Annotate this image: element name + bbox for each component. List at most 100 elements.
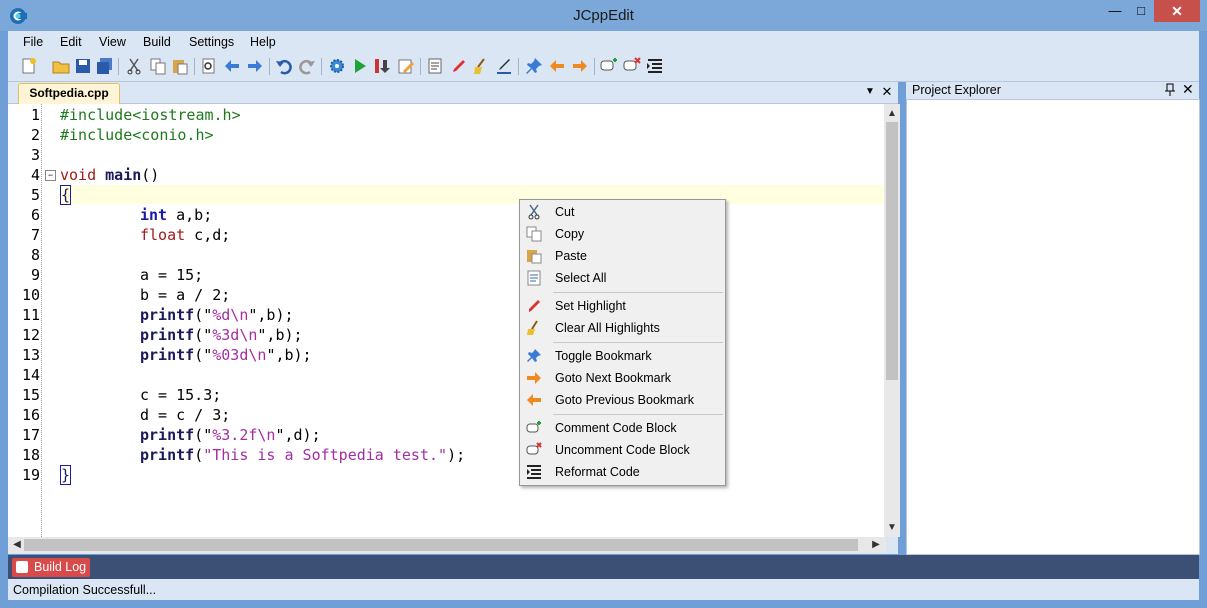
code-line: d = c / 3;	[140, 406, 231, 424]
code-line: #include<conio.h>	[60, 126, 214, 144]
code-line: float c,d;	[140, 226, 231, 244]
code-line: #include<iostream.h>	[60, 106, 241, 124]
build-log-tab[interactable]: Build Log	[12, 558, 90, 577]
set-highlight-icon[interactable]	[449, 57, 467, 75]
arrow-right-icon	[527, 372, 541, 384]
context-menu-item-reformat-code[interactable]: Reformat Code	[520, 461, 725, 483]
scroll-right-icon[interactable]: ▶	[868, 539, 884, 550]
next-bookmark-icon[interactable]	[571, 57, 589, 75]
line-number: 9	[30, 266, 40, 284]
context-menu-item-select-all[interactable]: Select All	[520, 267, 725, 289]
vertical-scroll-thumb[interactable]	[886, 122, 898, 380]
context-menu-item-cut[interactable]: Cut	[520, 201, 725, 223]
close-tab-icon[interactable]: ✕	[880, 84, 894, 100]
menu-view[interactable]: View	[99, 35, 126, 49]
pin-icon	[527, 349, 541, 362]
select-all-icon	[527, 270, 541, 286]
context-menu-item-comment-block[interactable]: Comment Code Block	[520, 417, 725, 439]
build-log-bar	[8, 555, 1199, 579]
pen-icon[interactable]	[495, 57, 513, 75]
line-number: 8	[30, 246, 40, 264]
minimize-button[interactable]: —	[1102, 0, 1128, 22]
tab-strip	[8, 82, 898, 104]
comment-block-icon[interactable]	[600, 57, 618, 75]
code-line: void main()	[60, 166, 160, 184]
close-window-button[interactable]: ✕	[1154, 0, 1200, 22]
scroll-up-icon[interactable]: ▲	[884, 108, 900, 119]
maximize-button[interactable]: □	[1128, 0, 1154, 22]
menu-settings[interactable]: Settings	[189, 35, 234, 49]
build-log-label: Build Log	[34, 560, 87, 574]
close-panel-icon[interactable]: ✕	[1182, 81, 1194, 98]
uncomment-icon	[526, 442, 542, 455]
context-menu-item-uncomment-block[interactable]: Uncomment Code Block	[520, 439, 725, 461]
code-line: printf("%d\n",b);	[140, 306, 294, 324]
line-number: 7	[30, 226, 40, 244]
menu-build[interactable]: Build	[143, 35, 171, 49]
pin-panel-icon[interactable]	[1164, 83, 1176, 97]
line-number: 16	[21, 406, 40, 424]
find-icon[interactable]	[200, 57, 218, 75]
copy-icon[interactable]	[149, 57, 167, 75]
line-number: 2	[30, 126, 40, 144]
edit-document-icon[interactable]	[397, 57, 415, 75]
context-menu-item-copy[interactable]: Copy	[520, 223, 725, 245]
line-number: 17	[21, 426, 40, 444]
line-number: 19	[21, 466, 40, 484]
tab-list-dropdown-icon[interactable]: ▼	[863, 84, 877, 100]
menu-help[interactable]: Help	[250, 35, 276, 49]
context-menu: Cut Copy Paste Select All Set Highlight …	[519, 199, 726, 486]
scissors-icon	[528, 204, 540, 220]
project-explorer-title: Project Explorer	[912, 83, 1001, 97]
copy-icon	[526, 226, 542, 242]
uncomment-block-icon[interactable]	[623, 57, 641, 75]
bookmark-pin-icon[interactable]	[525, 57, 543, 75]
back-arrow-icon[interactable]	[223, 57, 241, 75]
broom-icon	[527, 320, 538, 335]
document-list-icon[interactable]	[426, 57, 444, 75]
menu-file[interactable]: File	[23, 35, 43, 49]
build-log-icon	[16, 561, 28, 573]
clear-highlights-icon[interactable]	[472, 57, 490, 75]
toolbar	[8, 53, 1199, 82]
status-text: Compilation Successfull...	[13, 583, 157, 597]
menu-edit[interactable]: Edit	[60, 35, 82, 49]
code-line: int a,b;	[140, 206, 213, 224]
scroll-down-icon[interactable]: ▼	[884, 522, 900, 533]
paste-icon	[527, 250, 542, 264]
context-menu-item-next-bookmark[interactable]: Goto Next Bookmark	[520, 367, 725, 389]
save-all-icon[interactable]	[96, 57, 114, 75]
line-number: 4	[30, 166, 40, 184]
highlighter-icon	[529, 300, 540, 312]
tab-softpedia-cpp[interactable]: Softpedia.cpp	[18, 83, 120, 104]
undo-icon[interactable]	[275, 57, 293, 75]
context-menu-item-previous-bookmark[interactable]: Goto Previous Bookmark	[520, 389, 725, 411]
previous-bookmark-icon[interactable]	[548, 57, 566, 75]
forward-arrow-icon[interactable]	[246, 57, 264, 75]
context-menu-item-set-highlight[interactable]: Set Highlight	[520, 295, 725, 317]
scroll-left-icon[interactable]: ◀	[9, 539, 25, 550]
project-explorer-panel[interactable]	[906, 99, 1200, 555]
cut-icon[interactable]	[125, 57, 143, 75]
run-icon[interactable]	[351, 57, 369, 75]
code-line: }	[60, 465, 72, 485]
line-number: 10	[21, 286, 40, 304]
settings-gear-icon[interactable]	[328, 57, 346, 75]
paste-icon[interactable]	[171, 57, 189, 75]
horizontal-scroll-thumb[interactable]	[24, 539, 858, 551]
line-number: 14	[21, 366, 40, 384]
redo-icon[interactable]	[298, 57, 316, 75]
open-folder-icon[interactable]	[52, 57, 70, 75]
code-line: c = 15.3;	[140, 386, 222, 404]
fold-toggle-icon[interactable]: −	[45, 170, 56, 181]
reformat-code-icon[interactable]	[646, 57, 664, 75]
context-menu-item-clear-highlights[interactable]: Clear All Highlights	[520, 317, 725, 339]
current-line-highlight	[60, 185, 884, 204]
save-icon[interactable]	[74, 57, 92, 75]
build-icon[interactable]	[373, 57, 391, 75]
context-menu-item-paste[interactable]: Paste	[520, 245, 725, 267]
line-number: 15	[21, 386, 40, 404]
new-file-icon[interactable]	[20, 57, 38, 75]
context-menu-item-toggle-bookmark[interactable]: Toggle Bookmark	[520, 345, 725, 367]
comment-icon	[526, 421, 541, 433]
